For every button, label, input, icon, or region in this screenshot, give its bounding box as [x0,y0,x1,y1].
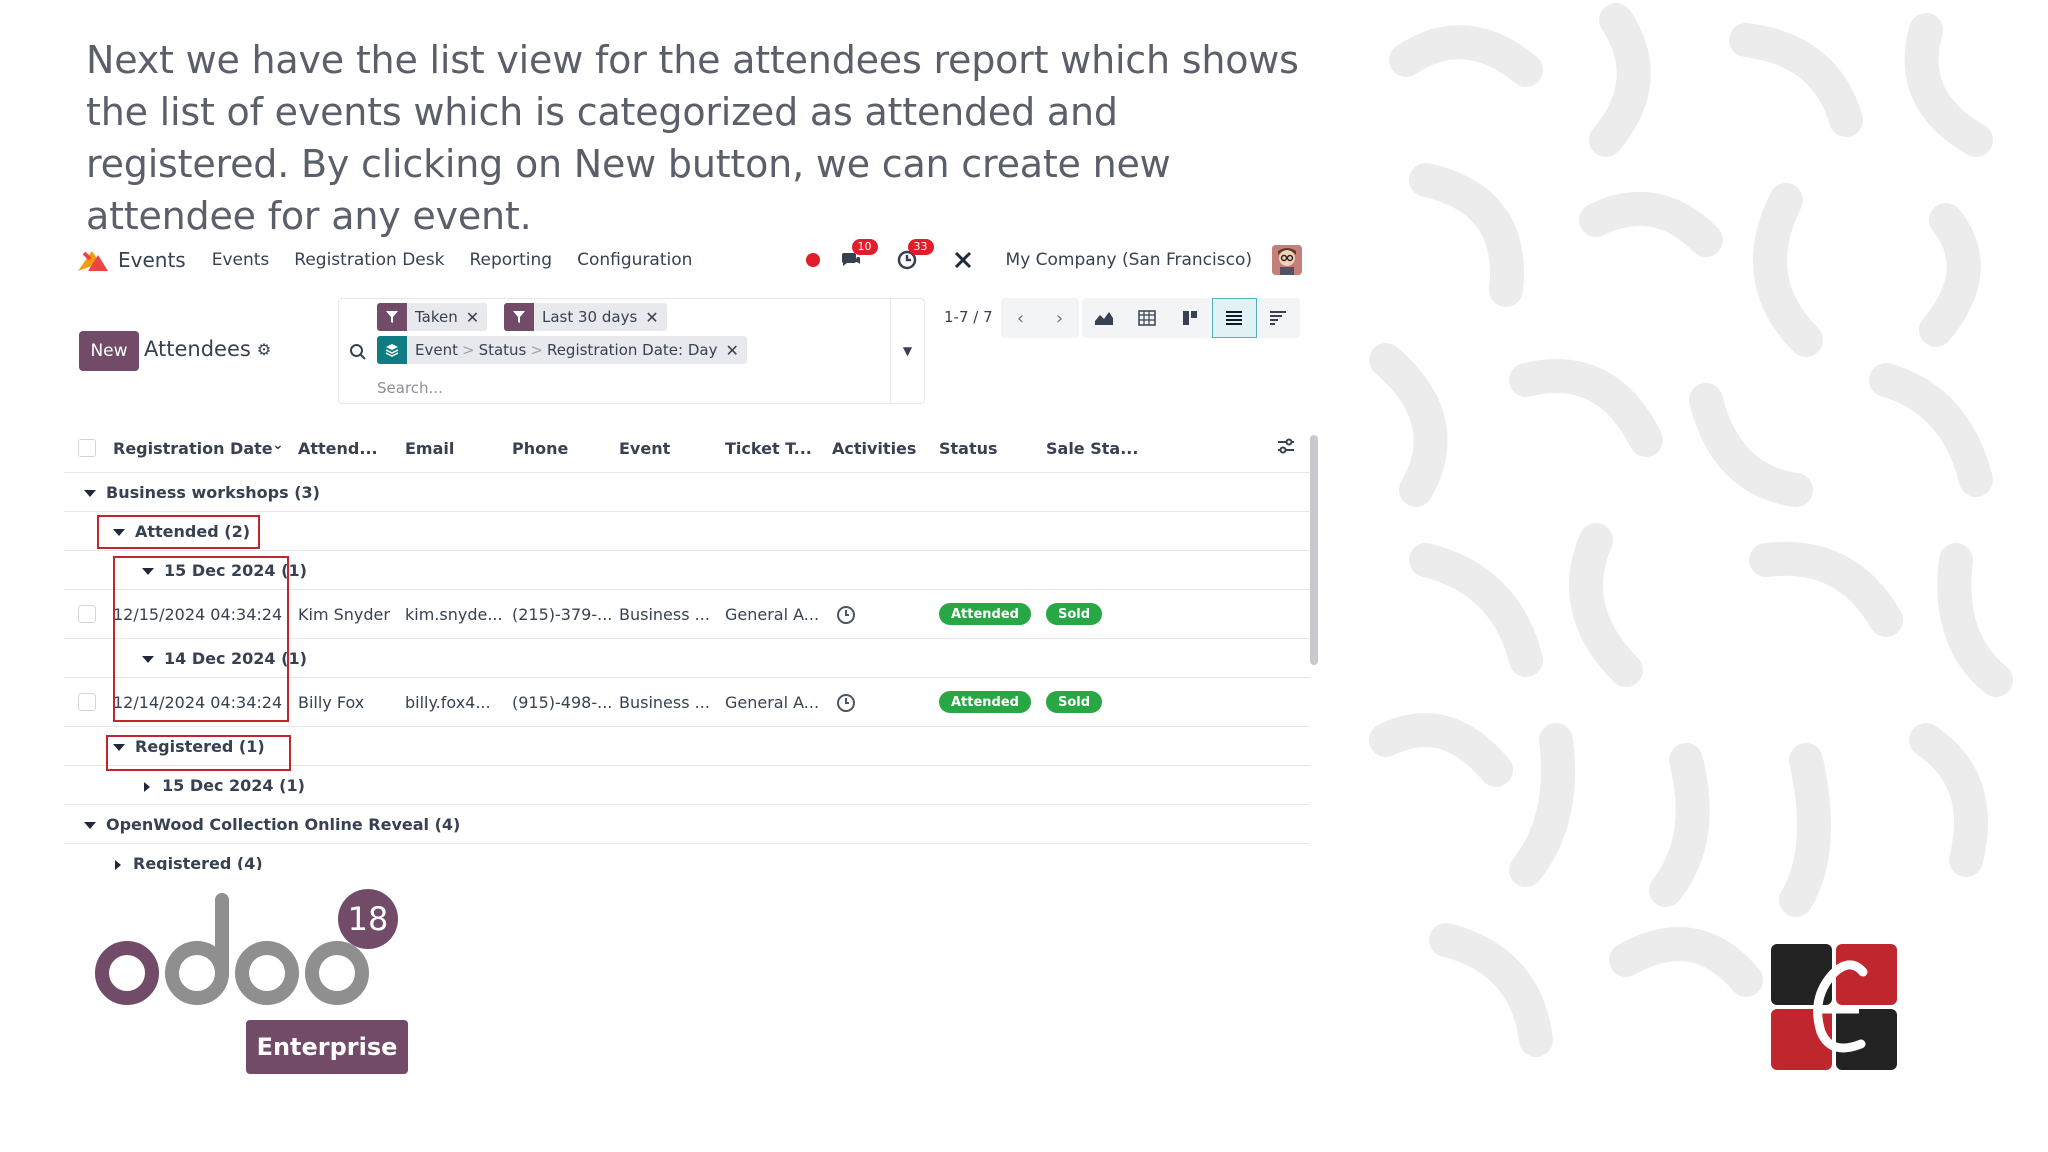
search-options-toggle[interactable]: ▼ [890,299,924,403]
filter-facet-taken[interactable]: Taken ✕ [377,303,488,331]
cell-event: Business ... [619,693,710,712]
pivot-view-icon[interactable] [1125,298,1168,338]
status-badge: Attended [939,603,1031,625]
caret-right-icon [144,781,150,792]
search-panel[interactable]: Taken ✕ Last 30 days ✕ Event > Status > Regi… [338,298,925,404]
search-icon [350,344,366,360]
list-scrollbar[interactable] [1310,435,1318,665]
caret-down-icon: ▼ [902,344,913,358]
pager-value[interactable]: 1-7 / 7 [944,308,993,326]
list-header: Registration Date ⌄ Attend... Email Phon… [64,423,1310,473]
optional-columns-icon[interactable] [1276,437,1296,459]
col-event[interactable]: Event [619,439,670,458]
col-sale-status[interactable]: Sale Sta... [1046,439,1138,458]
group-row-openwood[interactable]: OpenWood Collection Online Reveal (4) [64,805,1310,844]
sale-status-badge: Sold [1046,691,1103,713]
page-title: Attendees [144,337,251,361]
cell-email: billy.fox4... [405,693,491,712]
menu-registration-desk[interactable]: Registration Desk [294,250,444,270]
col-registration-date[interactable]: Registration Date [113,439,273,458]
search-input[interactable] [377,379,777,397]
remove-facet-icon[interactable]: ✕ [725,341,746,360]
highlight-box-dates [113,556,289,722]
layers-icon [377,336,407,364]
events-app-icon[interactable] [76,245,110,275]
pager-nav: ‹ › [1001,298,1079,338]
app-name[interactable]: Events [118,248,186,272]
breadcrumb: Attendees ⚙ [144,337,271,361]
group-row-openwood-registered[interactable]: Registered (4) [64,844,1310,870]
sale-status-badge: Sold [1046,603,1103,625]
new-button[interactable]: New [79,331,139,371]
activity-clock-icon[interactable] [836,605,856,625]
group-row-15-dec-registered[interactable]: 15 Dec 2024 (1) [64,766,1310,805]
recording-dot-icon [805,253,820,267]
top-navbar: Events Events Registration Desk Reportin… [72,239,1302,280]
enterprise-label: Enterprise [246,1020,408,1074]
col-ticket-type[interactable]: Ticket T... [725,439,812,458]
row-checkbox[interactable] [78,693,96,711]
list-view-icon[interactable] [1211,298,1257,338]
cell-phone: (915)-498-... [512,693,613,712]
groupby-facet[interactable]: Event > Status > Registration Date: Day ✕ [377,336,747,364]
cell-attendee: Billy Fox [298,693,365,712]
messages-icon[interactable]: 10 [838,239,878,273]
menu-reporting[interactable]: Reporting [469,250,552,270]
company-brand-logo [1771,944,1897,1070]
gear-icon[interactable]: ⚙ [257,340,271,359]
menu-configuration[interactable]: Configuration [577,250,692,270]
kanban-view-icon[interactable] [1168,298,1211,338]
highlight-box-registered [106,735,291,771]
cell-ticket-type: General A... [725,693,820,712]
caret-right-icon [115,859,121,870]
activity-clock-icon[interactable] [836,693,856,713]
view-switcher [1082,298,1300,338]
graph-view-icon[interactable] [1082,298,1125,338]
col-activities[interactable]: Activities [832,439,916,458]
col-attendee[interactable]: Attend... [298,439,378,458]
col-phone[interactable]: Phone [512,439,568,458]
cell-phone: (215)-379-... [512,605,613,624]
cell-ticket-type: General A... [725,605,820,624]
messages-badge: 10 [851,239,878,255]
caret-down-icon [84,490,96,497]
decorative-pattern [1366,0,2048,1152]
pager-next-icon[interactable]: › [1040,298,1079,338]
row-checkbox[interactable] [78,605,96,623]
odoo-version: 18 [348,900,389,938]
pager-previous-icon[interactable]: ‹ [1001,298,1040,338]
company-switcher[interactable]: My Company (San Francisco) [1006,250,1252,270]
activities-clock-icon[interactable]: 33 [894,239,934,273]
systray: 10 33 My Company (San Francisco) [805,239,1302,280]
user-avatar[interactable] [1272,245,1302,275]
highlight-box-attended [97,515,260,549]
debug-tools-icon[interactable] [950,247,976,273]
filter-icon [377,303,407,331]
select-all-checkbox[interactable] [78,439,96,457]
menu-events[interactable]: Events [212,250,270,270]
status-badge: Attended [939,691,1031,713]
filter-icon [504,303,534,331]
group-row-business-workshops[interactable]: Business workshops (3) [64,473,1310,512]
sort-chevron-icon[interactable]: ⌄ [272,437,284,453]
col-email[interactable]: Email [405,439,454,458]
filter-facet-last-30-days[interactable]: Last 30 days ✕ [504,303,667,331]
col-status[interactable]: Status [939,439,998,458]
cell-email: kim.snyde... [405,605,503,624]
activities-badge: 33 [907,239,934,255]
cell-attendee: Kim Snyder [298,605,390,624]
remove-facet-icon[interactable]: ✕ [645,308,666,327]
gantt-view-icon[interactable] [1257,298,1300,338]
cell-event: Business ... [619,605,710,624]
remove-facet-icon[interactable]: ✕ [466,308,487,327]
slide-caption: Next we have the list view for the atten… [86,38,1299,238]
caret-down-icon [84,822,96,829]
